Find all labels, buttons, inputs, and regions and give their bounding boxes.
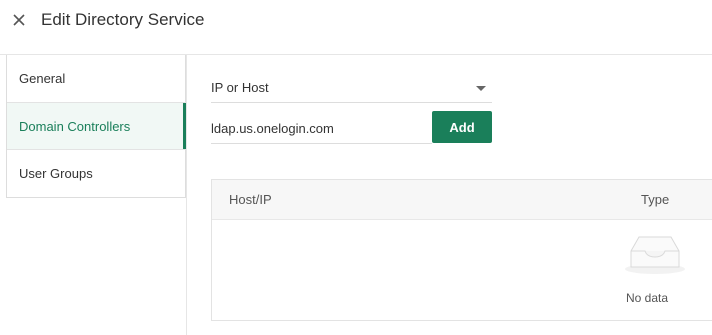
column-header-type: Type (641, 192, 670, 207)
page-title: Edit Directory Service (41, 10, 205, 29)
sidebar-item-domain-controllers[interactable]: Domain Controllers (7, 102, 187, 150)
close-icon (13, 14, 25, 26)
sidebar-item-general[interactable]: General (7, 55, 186, 103)
empty-state-text: No data (626, 291, 669, 305)
sidebar-item-user-groups[interactable]: User Groups (7, 150, 186, 197)
empty-inbox-icon (625, 236, 685, 274)
add-button[interactable]: Add (432, 111, 492, 143)
chevron-down-icon (476, 86, 486, 91)
sidebar: General Domain Controllers User Groups (6, 55, 187, 198)
content-divider (186, 55, 187, 335)
host-input[interactable] (211, 114, 432, 144)
domain-controllers-table: Host/IP Type No data (211, 179, 712, 321)
close-button[interactable] (9, 10, 29, 30)
column-header-host-ip: Host/IP (229, 192, 272, 207)
host-type-select[interactable]: IP or Host (211, 74, 492, 103)
table-header: Host/IP Type (212, 180, 712, 220)
edit-directory-service-page: Edit Directory Service General Domain Co… (0, 0, 712, 335)
header: Edit Directory Service (0, 0, 712, 42)
host-type-select-value: IP or Host (211, 80, 269, 95)
